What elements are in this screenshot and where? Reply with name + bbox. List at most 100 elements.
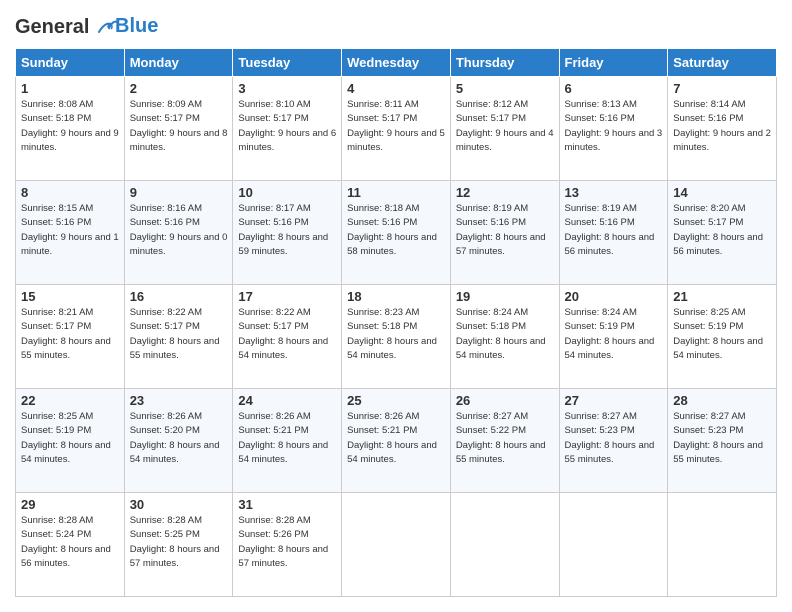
day-info: Sunrise: 8:27 AMSunset: 5:22 PMDaylight:…	[456, 410, 554, 467]
calendar-header-row: SundayMondayTuesdayWednesdayThursdayFrid…	[16, 49, 777, 77]
day-number: 19	[456, 289, 554, 304]
day-number: 3	[238, 81, 336, 96]
day-number: 24	[238, 393, 336, 408]
calendar-cell: 1 Sunrise: 8:08 AMSunset: 5:18 PMDaylight…	[16, 77, 125, 181]
day-number: 26	[456, 393, 554, 408]
calendar-cell: 11 Sunrise: 8:18 AMSunset: 5:16 PMDayligh…	[342, 181, 451, 285]
day-info: Sunrise: 8:26 AMSunset: 5:20 PMDaylight:…	[130, 410, 228, 467]
calendar-week-row: 29Sunrise: 8:28 AMSunset: 5:24 PMDayligh…	[16, 493, 777, 597]
day-number: 9	[130, 185, 228, 200]
day-number: 16	[130, 289, 228, 304]
day-info: Sunrise: 8:19 AMSunset: 5:16 PMDaylight:…	[565, 202, 663, 259]
calendar-cell: 21 Sunrise: 8:25 AMSunset: 5:19 PMDayligh…	[668, 285, 777, 389]
day-info: Sunrise: 8:19 AMSunset: 5:16 PMDaylight:…	[456, 202, 554, 259]
calendar-cell: 10Sunrise: 8:17 AMSunset: 5:16 PMDayligh…	[233, 181, 342, 285]
day-number: 28	[673, 393, 771, 408]
day-info: Sunrise: 8:25 AMSunset: 5:19 PMDaylight:…	[673, 306, 771, 363]
calendar-cell: 27Sunrise: 8:27 AMSunset: 5:23 PMDayligh…	[559, 389, 668, 493]
day-info: Sunrise: 8:09 AMSunset: 5:17 PMDaylight:…	[130, 98, 228, 155]
day-info: Sunrise: 8:16 AMSunset: 5:16 PMDaylight:…	[130, 202, 228, 259]
day-number: 8	[21, 185, 119, 200]
calendar-cell: 9 Sunrise: 8:16 AMSunset: 5:16 PMDaylight…	[124, 181, 233, 285]
day-number: 6	[565, 81, 663, 96]
calendar-cell: 15 Sunrise: 8:21 AMSunset: 5:17 PMDayligh…	[16, 285, 125, 389]
logo: General Blue	[15, 15, 158, 38]
calendar-cell: 31Sunrise: 8:28 AMSunset: 5:26 PMDayligh…	[233, 493, 342, 597]
calendar-cell	[342, 493, 451, 597]
calendar-header-sunday: Sunday	[16, 49, 125, 77]
calendar-cell: 17 Sunrise: 8:22 AMSunset: 5:17 PMDayligh…	[233, 285, 342, 389]
day-info: Sunrise: 8:24 AMSunset: 5:19 PMDaylight:…	[565, 306, 663, 363]
calendar-cell	[559, 493, 668, 597]
day-number: 17	[238, 289, 336, 304]
calendar-cell: 24 Sunrise: 8:26 AMSunset: 5:21 PMDayligh…	[233, 389, 342, 493]
day-info: Sunrise: 8:08 AMSunset: 5:18 PMDaylight:…	[21, 98, 119, 155]
day-info: Sunrise: 8:12 AMSunset: 5:17 PMDaylight:…	[456, 98, 554, 155]
calendar-header-monday: Monday	[124, 49, 233, 77]
day-info: Sunrise: 8:23 AMSunset: 5:18 PMDaylight:…	[347, 306, 445, 363]
day-info: Sunrise: 8:27 AMSunset: 5:23 PMDaylight:…	[673, 410, 771, 467]
day-number: 1	[21, 81, 119, 96]
calendar-cell: 13 Sunrise: 8:19 AMSunset: 5:16 PMDayligh…	[559, 181, 668, 285]
calendar-cell: 30Sunrise: 8:28 AMSunset: 5:25 PMDayligh…	[124, 493, 233, 597]
calendar-cell: 3 Sunrise: 8:10 AMSunset: 5:17 PMDaylight…	[233, 77, 342, 181]
calendar-header-thursday: Thursday	[450, 49, 559, 77]
day-info: Sunrise: 8:13 AMSunset: 5:16 PMDaylight:…	[565, 98, 663, 155]
calendar-cell: 26 Sunrise: 8:27 AMSunset: 5:22 PMDayligh…	[450, 389, 559, 493]
day-number: 21	[673, 289, 771, 304]
day-info: Sunrise: 8:28 AMSunset: 5:24 PMDaylight:…	[21, 514, 119, 571]
day-number: 23	[130, 393, 228, 408]
calendar-week-row: 1 Sunrise: 8:08 AMSunset: 5:18 PMDaylight…	[16, 77, 777, 181]
calendar-cell	[668, 493, 777, 597]
day-number: 5	[456, 81, 554, 96]
calendar-cell	[450, 493, 559, 597]
calendar-week-row: 15 Sunrise: 8:21 AMSunset: 5:17 PMDayligh…	[16, 285, 777, 389]
calendar-cell: 25Sunrise: 8:26 AMSunset: 5:21 PMDayligh…	[342, 389, 451, 493]
day-number: 7	[673, 81, 771, 96]
day-number: 2	[130, 81, 228, 96]
calendar-cell: 18 Sunrise: 8:23 AMSunset: 5:18 PMDayligh…	[342, 285, 451, 389]
calendar-cell: 2 Sunrise: 8:09 AMSunset: 5:17 PMDaylight…	[124, 77, 233, 181]
calendar-cell: 28 Sunrise: 8:27 AMSunset: 5:23 PMDayligh…	[668, 389, 777, 493]
calendar-cell: 7 Sunrise: 8:14 AMSunset: 5:16 PMDaylight…	[668, 77, 777, 181]
calendar-cell: 29Sunrise: 8:28 AMSunset: 5:24 PMDayligh…	[16, 493, 125, 597]
day-info: Sunrise: 8:21 AMSunset: 5:17 PMDaylight:…	[21, 306, 119, 363]
day-info: Sunrise: 8:10 AMSunset: 5:17 PMDaylight:…	[238, 98, 336, 155]
day-number: 12	[456, 185, 554, 200]
day-info: Sunrise: 8:15 AMSunset: 5:16 PMDaylight:…	[21, 202, 119, 259]
day-number: 13	[565, 185, 663, 200]
day-info: Sunrise: 8:17 AMSunset: 5:16 PMDaylight:…	[238, 202, 336, 259]
day-info: Sunrise: 8:20 AMSunset: 5:17 PMDaylight:…	[673, 202, 771, 259]
calendar-header-friday: Friday	[559, 49, 668, 77]
day-info: Sunrise: 8:24 AMSunset: 5:18 PMDaylight:…	[456, 306, 554, 363]
day-info: Sunrise: 8:28 AMSunset: 5:26 PMDaylight:…	[238, 514, 336, 571]
day-number: 14	[673, 185, 771, 200]
calendar-week-row: 8 Sunrise: 8:15 AMSunset: 5:16 PMDaylight…	[16, 181, 777, 285]
calendar-cell: 20 Sunrise: 8:24 AMSunset: 5:19 PMDayligh…	[559, 285, 668, 389]
day-number: 11	[347, 185, 445, 200]
logo-text-general: General	[15, 16, 89, 38]
calendar-cell: 4Sunrise: 8:11 AMSunset: 5:17 PMDaylight…	[342, 77, 451, 181]
calendar-cell: 22 Sunrise: 8:25 AMSunset: 5:19 PMDayligh…	[16, 389, 125, 493]
calendar-cell: 6 Sunrise: 8:13 AMSunset: 5:16 PMDaylight…	[559, 77, 668, 181]
logo-text-blue: Blue	[115, 15, 158, 38]
calendar-cell: 19 Sunrise: 8:24 AMSunset: 5:18 PMDayligh…	[450, 285, 559, 389]
day-info: Sunrise: 8:22 AMSunset: 5:17 PMDaylight:…	[238, 306, 336, 363]
page: General Blue SundayMondayTuesdayWednesda…	[0, 0, 792, 612]
header: General Blue	[15, 15, 777, 38]
day-number: 4	[347, 81, 445, 96]
calendar-cell: 8 Sunrise: 8:15 AMSunset: 5:16 PMDaylight…	[16, 181, 125, 285]
day-number: 22	[21, 393, 119, 408]
day-info: Sunrise: 8:26 AMSunset: 5:21 PMDaylight:…	[238, 410, 336, 467]
day-info: Sunrise: 8:18 AMSunset: 5:16 PMDaylight:…	[347, 202, 445, 259]
day-number: 18	[347, 289, 445, 304]
day-info: Sunrise: 8:25 AMSunset: 5:19 PMDaylight:…	[21, 410, 119, 467]
calendar-table: SundayMondayTuesdayWednesdayThursdayFrid…	[15, 48, 777, 597]
day-info: Sunrise: 8:14 AMSunset: 5:16 PMDaylight:…	[673, 98, 771, 155]
day-number: 20	[565, 289, 663, 304]
calendar-cell: 23 Sunrise: 8:26 AMSunset: 5:20 PMDayligh…	[124, 389, 233, 493]
calendar-header-wednesday: Wednesday	[342, 49, 451, 77]
day-number: 15	[21, 289, 119, 304]
day-number: 30	[130, 497, 228, 512]
day-info: Sunrise: 8:26 AMSunset: 5:21 PMDaylight:…	[347, 410, 445, 467]
